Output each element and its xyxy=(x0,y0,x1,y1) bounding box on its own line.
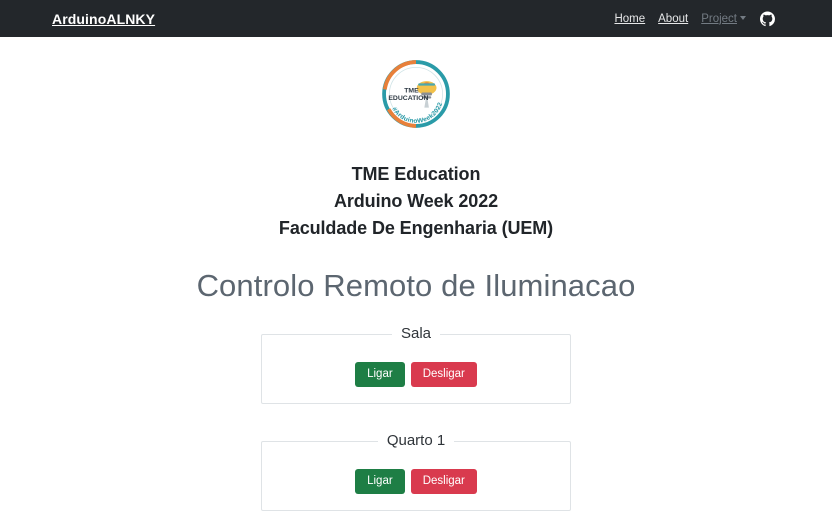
nav-link-about[interactable]: About xyxy=(658,13,688,25)
page-title: Controlo Remoto de Iluminacao xyxy=(196,268,636,303)
room-card-sala: Sala Ligar Desligar xyxy=(261,325,571,404)
desligar-button[interactable]: Desligar xyxy=(410,469,477,494)
nav-link-project-dropdown[interactable]: Project xyxy=(701,13,746,25)
room-button-row: Ligar Desligar xyxy=(262,469,570,494)
tme-education-arduino-week-logo: TME EDUCATION #ArduinoWeek2022 xyxy=(380,58,452,130)
navbar-brand[interactable]: ArduinoALNKY xyxy=(52,11,155,27)
subtitle-line-2: Arduino Week 2022 xyxy=(333,191,499,211)
svg-text:EDUCATION: EDUCATION xyxy=(388,95,428,102)
room-card-quarto-1: Quarto 1 Ligar Desligar xyxy=(261,432,571,511)
subtitle-line-1: TME Education xyxy=(351,164,481,184)
github-icon[interactable] xyxy=(760,11,775,26)
page-subtitle-block: TME Education Arduino Week 2022 Faculdad… xyxy=(0,161,832,242)
room-control-list: Sala Ligar Desligar Quarto 1 Ligar Desli… xyxy=(261,325,571,520)
room-card-legend: Quarto 1 xyxy=(386,432,446,449)
ligar-button[interactable]: Ligar xyxy=(355,362,405,387)
svg-text:TME: TME xyxy=(404,87,419,94)
desligar-button[interactable]: Desligar xyxy=(410,362,477,387)
navbar: ArduinoALNKY Home About Project xyxy=(0,0,832,37)
nav-link-home[interactable]: Home xyxy=(614,13,645,25)
subtitle-line-3: Faculdade De Engenharia (UEM) xyxy=(278,218,554,238)
logo-container: TME EDUCATION #ArduinoWeek2022 xyxy=(0,37,832,132)
chevron-down-icon xyxy=(740,16,746,21)
navbar-links: Home About Project xyxy=(614,13,816,25)
nav-link-project-label: Project xyxy=(701,12,737,25)
room-button-row: Ligar Desligar xyxy=(262,362,570,387)
ligar-button[interactable]: Ligar xyxy=(355,469,405,494)
room-card-legend: Sala xyxy=(400,325,432,342)
